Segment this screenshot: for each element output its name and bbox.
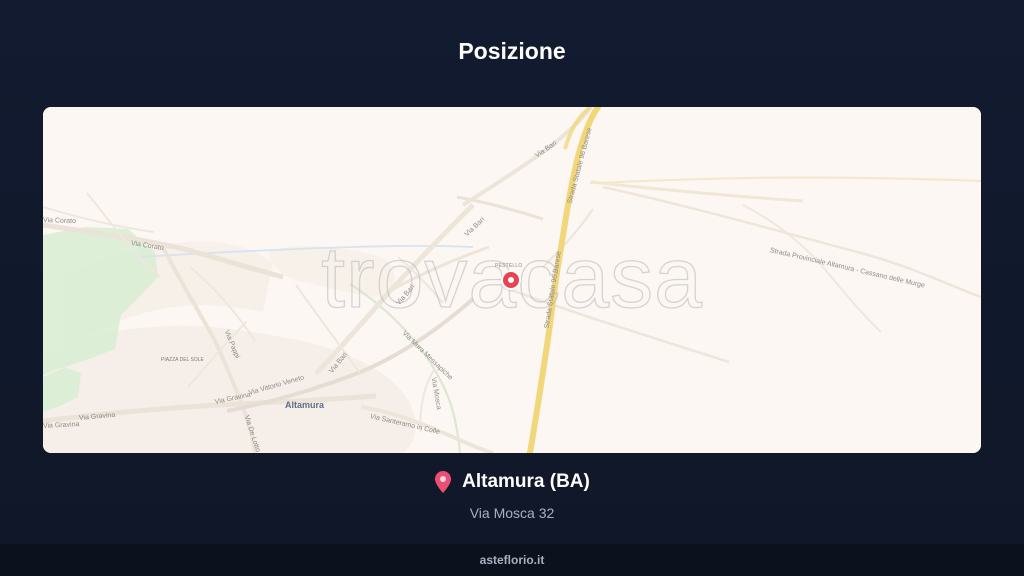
location-info: Altamura (BA) Via Mosca 32 (0, 471, 1024, 521)
map-marker-icon[interactable] (503, 272, 519, 288)
location-address: Via Mosca 32 (469, 505, 555, 521)
map-panel[interactable]: trovacasa PESTELLO Via Bari Via Bari Via… (43, 107, 981, 453)
page-title: Posizione (458, 38, 566, 64)
footer: asteflorio.it (0, 544, 1024, 576)
location-title: Altamura (BA) (434, 471, 590, 493)
road-label: Via Corato (43, 217, 77, 226)
footer-brand: asteflorio.it (479, 553, 545, 567)
map-pin-icon (434, 471, 452, 493)
city-label: Altamura (285, 400, 325, 410)
location-city: Altamura (BA) (462, 471, 590, 492)
place-label: PIAZZA DEL SOLE (161, 357, 204, 363)
map-marker-label: PESTELLO (495, 263, 523, 269)
